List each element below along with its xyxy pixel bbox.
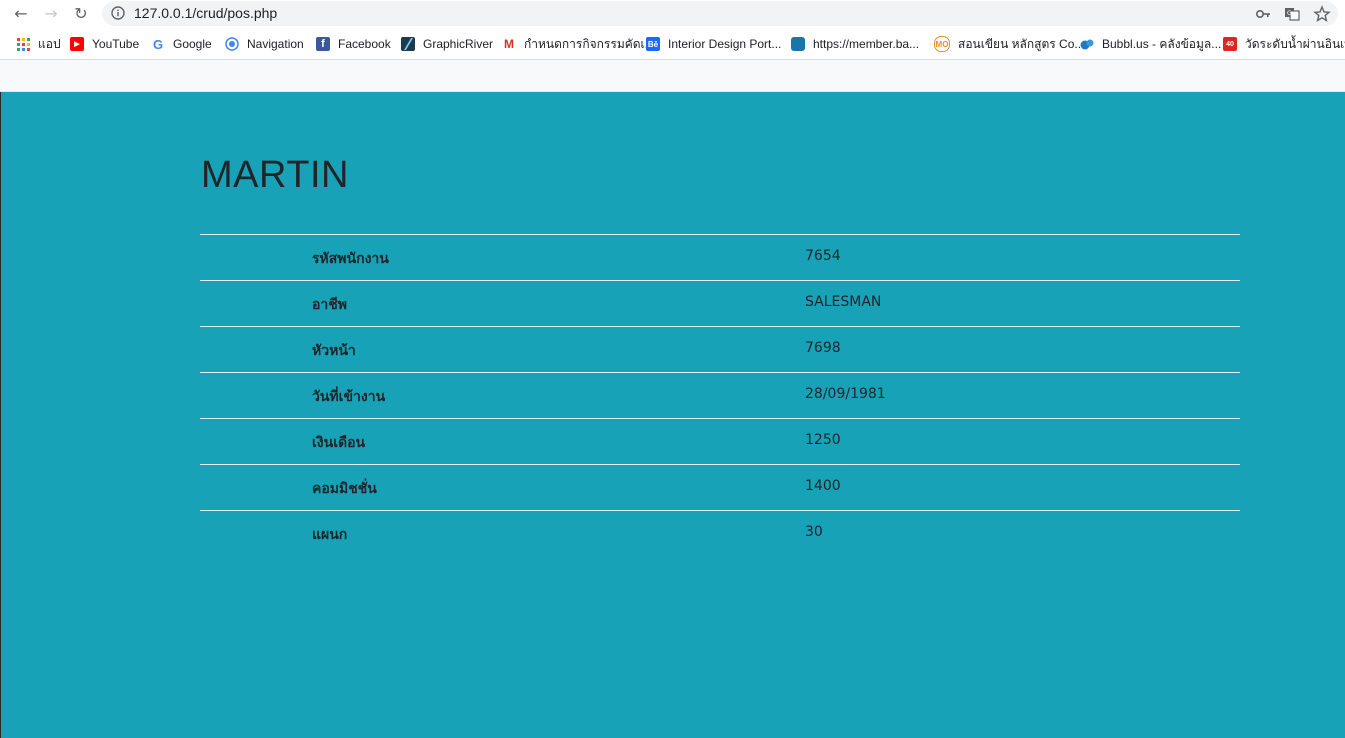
google-icon: G: [152, 36, 164, 52]
field-value: 1250: [805, 432, 841, 448]
apps-grid-icon: [16, 37, 30, 51]
url-text[interactable]: 127.0.0.1/crud/pos.php: [134, 5, 277, 21]
table-row: คอมมิชชั่น 1400: [200, 464, 1240, 510]
employee-detail-table: รหัสพนักงาน 7654 อาชีพ SALESMAN หัวหน้า …: [200, 234, 1240, 556]
table-row: แผนก 30: [200, 510, 1240, 556]
bookmark-label: GraphicRiver: [423, 37, 494, 51]
bookmark-star-icon[interactable]: [1313, 5, 1331, 23]
bookmark-google[interactable]: G Google: [151, 35, 212, 53]
bookmark-water-level[interactable]: 40 วัดระดับน้ำผ่านอินเทอร์...: [1223, 35, 1345, 53]
graphicriver-icon: [401, 37, 415, 51]
bookmark-label: https://member.ba...: [813, 37, 920, 51]
field-label: เงินเดือน: [312, 435, 366, 451]
key-icon[interactable]: [1254, 5, 1272, 23]
field-value: SALESMAN: [805, 294, 882, 310]
gmail-icon: M: [504, 37, 514, 51]
page-main: MARTIN รหัสพนักงาน 7654 อาชีพ SALESMAN ห…: [0, 92, 1345, 738]
member-site-icon: [791, 37, 805, 51]
bookmark-youtube[interactable]: ▶ YouTube: [70, 35, 139, 53]
bubblus-icon: [1080, 37, 1094, 51]
bookmark-label: Navigation: [247, 37, 304, 51]
bookmark-course[interactable]: MO สอนเขียน หลักสูตร Co...: [934, 35, 1084, 53]
translate-icon[interactable]: G: [1283, 5, 1301, 23]
bookmark-facebook[interactable]: f Facebook: [316, 35, 391, 53]
navigation-icon: [225, 37, 239, 51]
page-title: MARTIN: [201, 154, 349, 196]
site-info-icon[interactable]: [111, 6, 125, 20]
table-row: เงินเดือน 1250: [200, 418, 1240, 464]
bookmark-navigation[interactable]: Navigation: [225, 35, 304, 53]
field-label: อาชีพ: [312, 297, 347, 313]
back-arrow-icon[interactable]: ←: [11, 4, 31, 24]
bookmark-label: แอป: [38, 36, 61, 51]
svg-text:G: G: [1287, 10, 1292, 17]
bookmark-behance[interactable]: Bē Interior Design Port...: [646, 35, 781, 53]
behance-icon: Bē: [646, 37, 660, 51]
reload-icon[interactable]: ↻: [71, 4, 91, 24]
course-site-icon: MO: [934, 36, 950, 52]
field-label: รหัสพนักงาน: [312, 251, 389, 267]
field-value: 7698: [805, 340, 841, 356]
address-bar[interactable]: 127.0.0.1/crud/pos.php G: [102, 1, 1338, 26]
bookmark-label: Bubbl.us - คลังข้อมูล...: [1102, 36, 1222, 51]
youtube-icon: ▶: [70, 37, 84, 51]
field-value: 1400: [805, 478, 841, 494]
table-row: รหัสพนักงาน 7654: [200, 234, 1240, 280]
table-row: อาชีพ SALESMAN: [200, 280, 1240, 326]
bookmark-label: YouTube: [92, 37, 140, 51]
field-value: 30: [805, 524, 823, 540]
page-navbar: [0, 60, 1345, 92]
field-label: คอมมิชชั่น: [312, 481, 377, 497]
bookmarks-bar: แอป ▶ YouTube G Google Navigation f Face…: [0, 29, 1345, 59]
bookmark-bubblus[interactable]: Bubbl.us - คลังข้อมูล...: [1080, 35, 1221, 53]
bookmark-label: สอนเขียน หลักสูตร Co...: [958, 36, 1085, 51]
bookmark-gmail[interactable]: M กำหนดการกิจกรรมคัดเ...: [502, 35, 655, 53]
bookmark-label: Interior Design Port...: [668, 37, 782, 51]
bookmark-graphicriver[interactable]: GraphicRiver: [401, 35, 493, 53]
bookmark-label: กำหนดการกิจกรรมคัดเ...: [524, 36, 655, 51]
water-level-icon: 40: [1223, 37, 1237, 51]
table-row: วันที่เข้างาน 28/09/1981: [200, 372, 1240, 418]
table-row: หัวหน้า 7698: [200, 326, 1240, 372]
bookmark-label: Google: [173, 37, 212, 51]
field-value: 28/09/1981: [805, 386, 886, 402]
field-label: หัวหน้า: [312, 343, 356, 359]
bookmark-apps[interactable]: แอป: [16, 35, 61, 53]
bookmark-label: Facebook: [338, 37, 391, 51]
field-label: วันที่เข้างาน: [312, 389, 386, 405]
forward-arrow-icon[interactable]: →: [41, 4, 61, 24]
bookmark-label: วัดระดับน้ำผ่านอินเทอร์...: [1245, 36, 1345, 51]
facebook-icon: f: [316, 37, 330, 51]
field-label: แผนก: [312, 527, 348, 543]
field-value: 7654: [805, 248, 841, 264]
browser-toolbar: ← → ↻ 127.0.0.1/crud/pos.php G: [0, 0, 1345, 28]
bookmark-member[interactable]: https://member.ba...: [791, 35, 919, 53]
